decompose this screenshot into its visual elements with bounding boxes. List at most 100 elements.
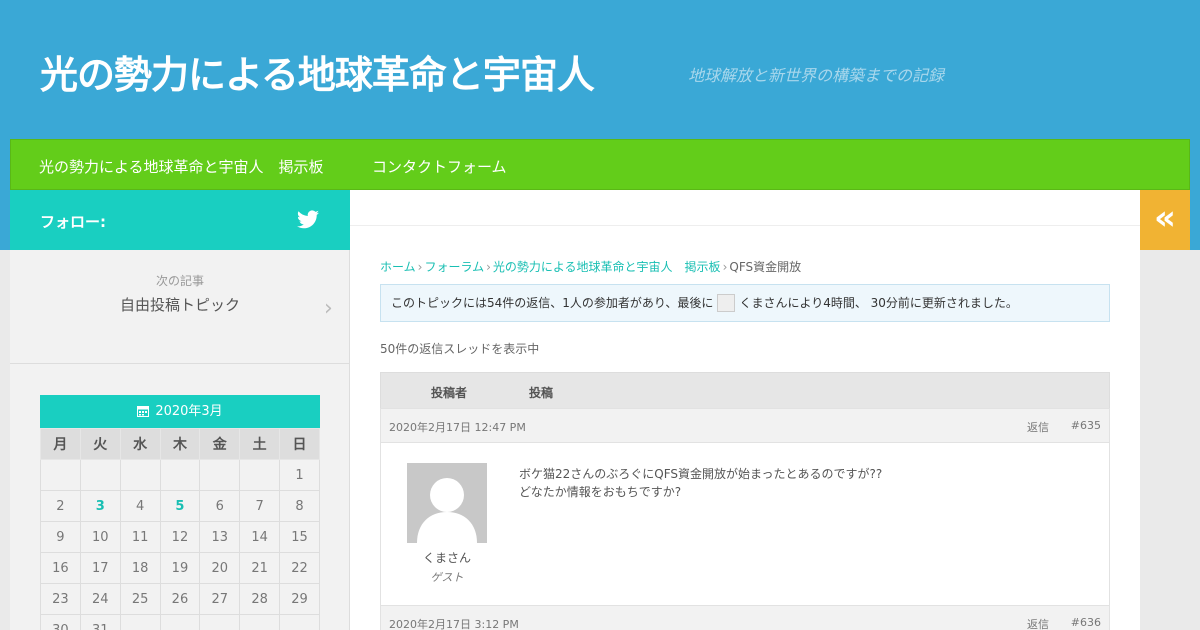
- double-chevron-left-icon[interactable]: «: [1140, 190, 1190, 250]
- calendar-caption: 2020年3月: [40, 395, 320, 428]
- calendar-day: 9: [40, 521, 81, 553]
- reply-link[interactable]: 返信: [1027, 616, 1049, 630]
- calendar-day: 30: [40, 614, 81, 630]
- sidebar: 次の記事 自由投稿トピック › 2020年3月 月火水木金土日 12345678…: [10, 250, 350, 630]
- calendar-day: 1: [279, 459, 320, 491]
- calendar-day: 25: [119, 583, 161, 615]
- calendar-day[interactable]: 5: [159, 490, 201, 522]
- calendar-weekday: 火: [79, 428, 121, 460]
- calendar-day: 29: [279, 583, 320, 615]
- reply-link[interactable]: 返信: [1027, 419, 1049, 435]
- calendar-day: 6: [199, 490, 241, 522]
- calendar-day: 19: [159, 552, 201, 584]
- site-title[interactable]: 光の勢力による地球革命と宇宙人: [40, 44, 595, 99]
- next-post[interactable]: 次の記事 自由投稿トピック ›: [10, 250, 350, 364]
- notice-text: このトピックには54件の返信、1人の参加者があり、最後に: [391, 296, 714, 310]
- calendar-day: 15: [279, 521, 320, 553]
- calendar-day: 10: [79, 521, 121, 553]
- calendar-day: 26: [159, 583, 201, 615]
- post-date: 2020年2月17日 3:12 PM: [389, 618, 519, 630]
- calendar-week: 1: [40, 459, 320, 491]
- post-number[interactable]: #635: [1071, 419, 1101, 432]
- twitter-icon[interactable]: [296, 208, 320, 232]
- breadcrumb-home[interactable]: ホーム: [380, 260, 416, 274]
- calendar-day[interactable]: 3: [79, 490, 121, 522]
- calendar-day: 4: [119, 490, 161, 522]
- post-line: ボケ猫22さんのぶろぐにQFS資金開放が始まったとあるのですが??: [519, 467, 883, 481]
- header-author: 投稿者: [431, 386, 468, 400]
- main-nav: 光の勢力による地球革命と宇宙人 掲示板 コンタクトフォーム: [10, 139, 1190, 190]
- calendar-day: 8: [279, 490, 320, 522]
- calendar-empty-cell: [279, 614, 320, 630]
- header-post: 投稿: [529, 386, 554, 400]
- posts-table-header: 投稿者 投稿: [380, 372, 1110, 409]
- post-header: 2020年2月17日 3:12 PM 返信 #636: [380, 605, 1110, 630]
- next-post-title[interactable]: 自由投稿トピック: [10, 294, 350, 315]
- calendar-day: 31: [79, 614, 121, 630]
- site-description: 地球解放と新世界の構築までの記録: [688, 66, 945, 85]
- calendar-day: 18: [119, 552, 161, 584]
- calendar-day: 16: [40, 552, 81, 584]
- post-body: くまさん ゲスト ボケ猫22さんのぶろぐにQFS資金開放が始まったとあるのですが…: [380, 443, 1110, 606]
- calendar-day: 12: [159, 521, 201, 553]
- next-post-label: 次の記事: [155, 274, 204, 288]
- post-header: 2020年2月17日 12:47 PM 返信 #635: [380, 408, 1110, 443]
- post-author[interactable]: くまさん: [381, 549, 513, 566]
- calendar-weekday: 日: [279, 428, 320, 460]
- post-number[interactable]: #636: [1071, 616, 1101, 629]
- person-icon: [417, 478, 477, 543]
- calendar-empty-cell: [239, 459, 281, 491]
- calendar-empty-cell: [119, 614, 161, 630]
- calendar-day: 20: [199, 552, 241, 584]
- calendar-day: 17: [79, 552, 121, 584]
- calendar-weekday: 土: [239, 428, 281, 460]
- post-author-role: ゲスト: [430, 571, 464, 584]
- calendar-day: 11: [119, 521, 161, 553]
- calendar-day: 14: [239, 521, 281, 553]
- calendar-weekday: 水: [119, 428, 161, 460]
- calendar-empty-cell: [159, 614, 201, 630]
- post-date: 2020年2月17日 12:47 PM: [389, 421, 526, 434]
- calendar-day: 22: [279, 552, 320, 584]
- reply-count: 50件の返信スレッドを表示中: [380, 342, 540, 356]
- calendar-week: 23 24 25 26 27 28 29: [40, 583, 320, 615]
- breadcrumb: ホーム › フォーラム › 光の勢力による地球革命と宇宙人 掲示板 › QFS資金開放: [380, 260, 802, 274]
- calendar-day: 27: [199, 583, 241, 615]
- breadcrumb-current: QFS資金開放: [729, 260, 802, 274]
- breadcrumb-board[interactable]: 光の勢力による地球革命と宇宙人 掲示板: [493, 260, 721, 274]
- calendar-empty-cell: [79, 459, 121, 491]
- calendar-week: 2345678: [40, 490, 320, 522]
- calendar-empty-cell: [40, 459, 81, 491]
- calendar-day: 21: [239, 552, 281, 584]
- chevron-right-icon[interactable]: ›: [324, 296, 333, 321]
- calendar-day: 13: [199, 521, 241, 553]
- calendar-weekday: 月: [40, 428, 81, 460]
- calendar-day: 7: [239, 490, 281, 522]
- calendar-table: 月火水木金土日 1 2 3 4 5 6 7 8 9 10 11 12 13 14 15 16 17 18 19 20 2…: [40, 428, 320, 630]
- nav-item-contact[interactable]: コンタクトフォーム: [372, 156, 507, 177]
- calendar-empty-cell: [199, 614, 241, 630]
- notice-text-after: くまさんにより4時間、 30分前に更新されました。: [739, 296, 1018, 310]
- follow-bar: フォロー:: [10, 190, 350, 250]
- calendar-day: 24: [79, 583, 121, 615]
- calendar-week: 16 17 18 19 20 21 22: [40, 552, 320, 584]
- user-avatar-icon[interactable]: [717, 294, 736, 312]
- calendar-week: 9 10 11 12 13 14 15: [40, 521, 320, 553]
- post-content: ボケ猫22さんのぶろぐにQFS資金開放が始まったとあるのですが?? どなたか情報…: [519, 465, 882, 501]
- calendar-empty-cell: [199, 459, 241, 491]
- calendar-empty-cell: [119, 459, 161, 491]
- content-top-bar: [350, 190, 1140, 226]
- main-content: ホーム › フォーラム › 光の勢力による地球革命と宇宙人 掲示板 › QFS資金開放 この…: [350, 190, 1140, 630]
- calendar-day: 23: [40, 583, 81, 615]
- calendar-day: 28: [239, 583, 281, 615]
- calendar-day: 2: [40, 490, 81, 522]
- calendar-empty-cell: [239, 614, 281, 630]
- calendar-empty-cell: [159, 459, 201, 491]
- topic-notice: このトピックには54件の返信、1人の参加者があり、最後に くまさんにより4時間、 …: [380, 284, 1110, 322]
- nav-item-forum[interactable]: 光の勢力による地球革命と宇宙人 掲示板: [39, 156, 324, 177]
- breadcrumb-forum[interactable]: フォーラム: [424, 260, 484, 274]
- avatar[interactable]: [407, 463, 487, 543]
- calendar-weekday: 木: [159, 428, 201, 460]
- calendar-widget: 2020年3月 月火水木金土日 1 2 3 4 5 6 7 8 9 10 11 12 13 14 15 16 1…: [40, 395, 320, 630]
- follow-label: フォロー:: [40, 213, 106, 231]
